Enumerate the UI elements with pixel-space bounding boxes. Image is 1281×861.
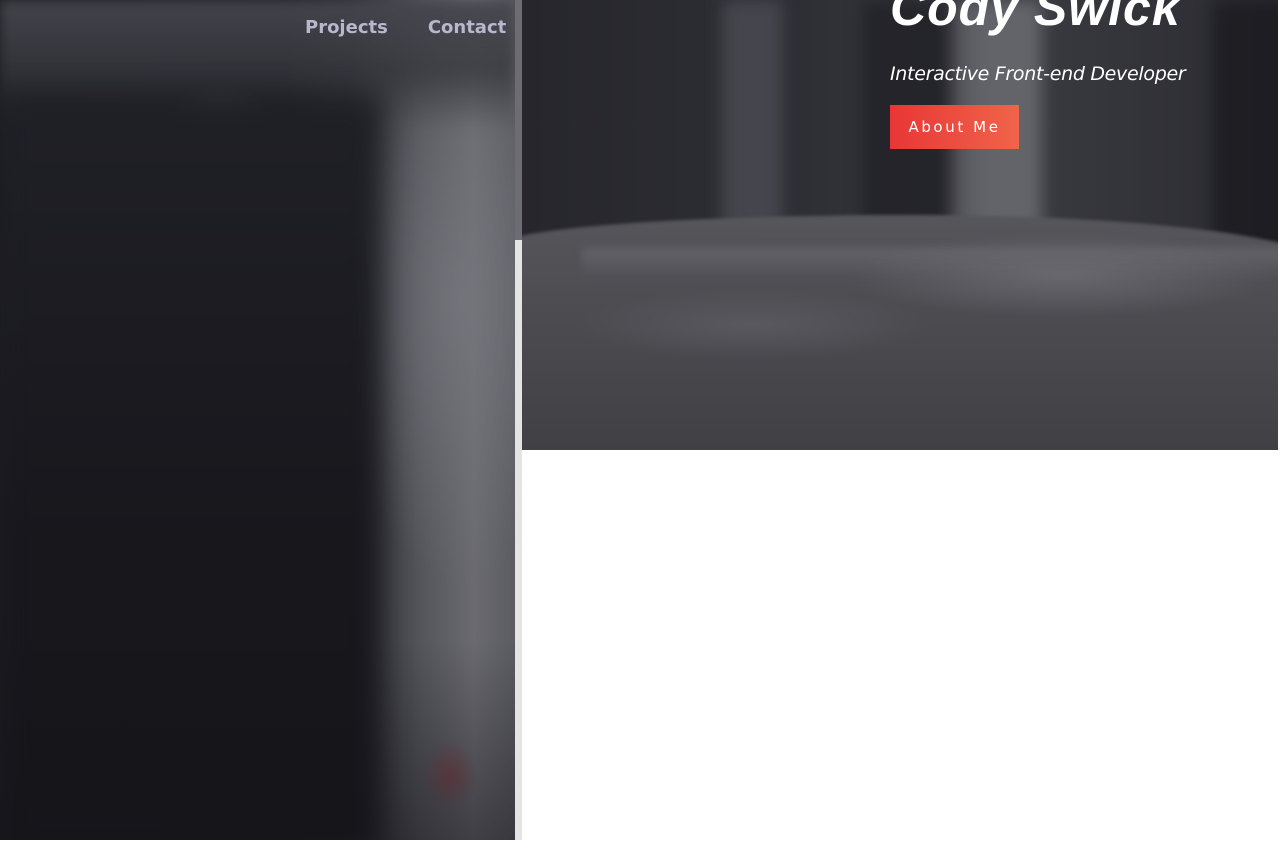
hero-subtitle: Interactive Front-end Developer <box>890 63 1186 85</box>
hero-background-blanket-edge <box>582 248 1278 278</box>
nav-link-projects[interactable]: Projects <box>305 16 388 40</box>
hero-title: Cody Swick <box>890 0 1181 36</box>
scrollbar[interactable] <box>515 0 522 840</box>
hero-section: Cody Swick Interactive Front-end Develop… <box>522 0 1278 450</box>
blurred-background-panel: Projects Contact <box>0 0 515 840</box>
nav-link-contact[interactable]: Contact <box>428 16 506 40</box>
main-nav: Projects Contact <box>305 16 506 40</box>
page: Projects Contact Cody Swick Interactive … <box>0 0 1281 861</box>
scrollbar-thumb[interactable] <box>515 0 522 240</box>
background-vignette <box>0 640 515 840</box>
about-me-button[interactable]: About Me <box>890 105 1019 149</box>
